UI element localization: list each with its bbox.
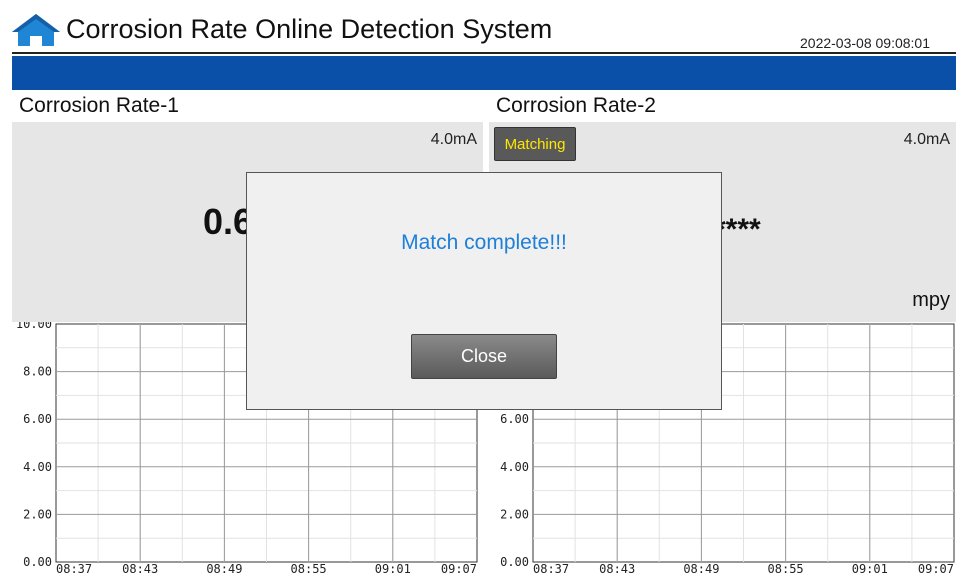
x-tick-label: 08:55 bbox=[768, 562, 804, 575]
x-tick-label: 08:49 bbox=[206, 562, 242, 575]
y-tick-label: 2.00 bbox=[500, 507, 529, 521]
x-tick-label: 08:43 bbox=[122, 562, 158, 575]
app-title: Corrosion Rate Online Detection System bbox=[66, 14, 553, 44]
y-tick-label: 2.00 bbox=[23, 507, 52, 521]
current-reading: 4.0mA bbox=[903, 131, 950, 148]
close-button[interactable]: Close bbox=[411, 334, 557, 379]
current-reading: 4.0mA bbox=[430, 131, 477, 148]
x-tick-label: 09:01 bbox=[852, 562, 888, 575]
y-tick-label: 0.00 bbox=[23, 555, 52, 569]
home-icon[interactable] bbox=[10, 12, 62, 48]
x-tick-label: 08:37 bbox=[533, 562, 569, 575]
panel-title: Corrosion Rate-2 bbox=[496, 94, 656, 117]
y-tick-label: 8.00 bbox=[23, 365, 52, 379]
y-tick-label: 6.00 bbox=[500, 412, 529, 426]
header-bar bbox=[12, 56, 956, 90]
header-divider bbox=[12, 52, 956, 54]
x-tick-label: 09:07 bbox=[441, 562, 477, 575]
panel-title: Corrosion Rate-1 bbox=[19, 94, 179, 117]
x-tick-label: 09:01 bbox=[375, 562, 411, 575]
x-tick-label: 09:07 bbox=[918, 562, 954, 575]
x-tick-label: 08:49 bbox=[683, 562, 719, 575]
match-dialog: Match complete!!! Close bbox=[246, 172, 722, 410]
y-tick-label: 10.00 bbox=[16, 322, 52, 331]
y-tick-label: 0.00 bbox=[500, 555, 529, 569]
dialog-message: Match complete!!! bbox=[401, 231, 567, 254]
matching-button[interactable]: Matching bbox=[494, 127, 576, 161]
datetime-display: 2022-03-08 09:08:01 bbox=[800, 35, 930, 51]
header: Corrosion Rate Online Detection System 2… bbox=[0, 0, 956, 56]
x-tick-label: 08:37 bbox=[56, 562, 92, 575]
x-tick-label: 08:55 bbox=[291, 562, 327, 575]
y-tick-label: 4.00 bbox=[500, 460, 529, 474]
y-tick-label: 4.00 bbox=[23, 460, 52, 474]
y-tick-label: 6.00 bbox=[23, 412, 52, 426]
unit-label: mpy bbox=[912, 289, 950, 311]
x-tick-label: 08:43 bbox=[599, 562, 635, 575]
